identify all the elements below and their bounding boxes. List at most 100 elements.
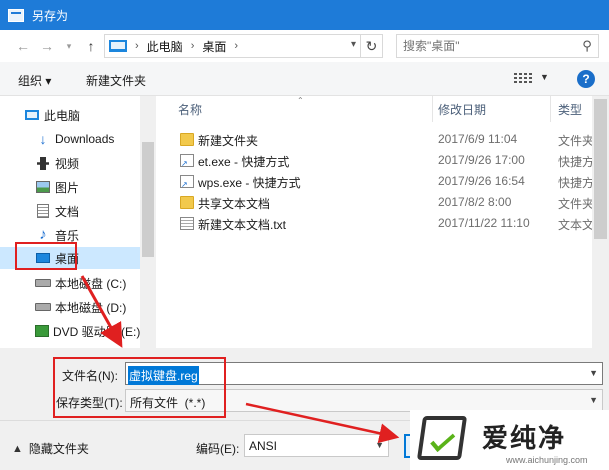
- file-date: 2017/6/9 11:04: [438, 132, 518, 146]
- sidebar-item-downloads[interactable]: ↓ Downloads: [0, 128, 140, 150]
- breadcrumb-separator-icon[interactable]: ›: [234, 40, 238, 52]
- filename-label: 文件名(N):: [62, 369, 118, 383]
- sidebar-item-desktop[interactable]: 桌面: [0, 247, 140, 269]
- sidebar-item-label: 视频: [55, 156, 80, 171]
- folder-icon: [180, 133, 194, 146]
- breadcrumb-separator-icon[interactable]: ›: [135, 40, 139, 52]
- filetype-value: 所有文件 (*.*): [130, 396, 206, 410]
- file-type: 文件夹: [558, 197, 595, 211]
- sidebar-item-label: 此电脑: [44, 108, 81, 123]
- sidebar-item-this-pc[interactable]: 此电脑: [0, 104, 140, 126]
- new-folder-button[interactable]: 新建文件夹: [86, 72, 146, 89]
- video-icon: [35, 156, 51, 170]
- hide-folders-toggle[interactable]: ▲ 隐藏文件夹: [12, 440, 89, 457]
- sidebar-item-music[interactable]: ♪ 音乐: [0, 224, 140, 246]
- filename-field[interactable]: 虚拟键盘.reg ▼: [125, 362, 603, 385]
- file-row[interactable]: 新建文件夹 2017/6/9 11:04 文件夹: [160, 129, 609, 150]
- file-list-scrollbar[interactable]: [592, 96, 609, 348]
- file-date: 2017/9/26 17:00: [438, 153, 525, 167]
- navigation-pane: 此电脑 ↓ Downloads 视频 图片 文档 ♪ 音乐 桌面 本地磁盘 (C…: [0, 96, 156, 348]
- refresh-icon[interactable]: ↻: [360, 35, 382, 57]
- title-bar: 另存为: [0, 0, 609, 30]
- sidebar-item-label: 本地磁盘 (D:): [55, 300, 127, 315]
- up-arrow-icon[interactable]: ↑: [80, 35, 102, 57]
- sidebar-item-dvd-drive[interactable]: DVD 驱动器 (E:): [0, 320, 140, 342]
- navigation-scrollbar-thumb[interactable]: [142, 142, 154, 257]
- recent-locations-chevron-icon[interactable]: ▾: [58, 35, 80, 57]
- organize-button[interactable]: 组织 ▾: [18, 72, 51, 89]
- search-input[interactable]: [403, 36, 576, 56]
- command-toolbar: 组织 ▾ 新建文件夹 ▼ ?: [0, 62, 609, 96]
- watermark-brand: 爱纯净: [482, 424, 567, 454]
- collapse-chevron-icon: ▲: [12, 442, 23, 455]
- sidebar-item-documents[interactable]: 文档: [0, 200, 140, 222]
- filetype-chevron-icon[interactable]: ▼: [589, 395, 598, 405]
- encoding-label: 编码(E):: [196, 442, 240, 456]
- file-list: 名称 ⌃ 修改日期 类型 新建文件夹 2017/6/9 11:04 文件夹 et…: [160, 96, 609, 348]
- file-row[interactable]: et.exe - 快捷方式 2017/9/26 17:00 快捷方式: [160, 150, 609, 171]
- sidebar-item-label: DVD 驱动器 (E:): [53, 324, 141, 339]
- filetype-label: 保存类型(T):: [56, 396, 123, 410]
- file-row[interactable]: 共享文本文档 2017/8/2 8:00 文件夹: [160, 192, 609, 213]
- filename-value[interactable]: 虚拟键盘.reg: [128, 366, 199, 385]
- sidebar-item-pictures[interactable]: 图片: [0, 176, 140, 198]
- address-row: ← → ▾ ↑ › 此电脑 › 桌面 › ▾ ↻ ⚲: [0, 30, 609, 62]
- filetype-select[interactable]: 所有文件 (*.*) ▼: [125, 389, 603, 412]
- watermark: 爱纯净 www.aichunjing.com: [410, 410, 609, 470]
- file-name: et.exe - 快捷方式: [198, 155, 290, 169]
- search-icon[interactable]: ⚲: [576, 38, 598, 54]
- sidebar-item-label: 图片: [55, 180, 80, 195]
- sidebar-item-drive-d[interactable]: 本地磁盘 (D:): [0, 296, 140, 318]
- file-name: 新建文件夹: [198, 134, 259, 148]
- file-name: wps.exe - 快捷方式: [198, 176, 301, 190]
- file-date: 2017/9/26 16:54: [438, 174, 525, 188]
- column-divider[interactable]: [432, 96, 433, 122]
- dvd-icon: [35, 324, 49, 338]
- sidebar-item-drive-c[interactable]: 本地磁盘 (C:): [0, 272, 140, 294]
- drive-icon: [35, 276, 51, 290]
- sidebar-item-videos[interactable]: 视频: [0, 152, 140, 174]
- encoding-value: ANSI: [249, 439, 278, 453]
- window-title: 另存为: [32, 8, 69, 23]
- computer-icon: [24, 108, 40, 122]
- folder-icon: [180, 196, 194, 209]
- computer-icon: [109, 40, 127, 52]
- save-dialog-icon: [8, 8, 24, 22]
- sidebar-item-label: 音乐: [55, 228, 80, 243]
- view-options-icon[interactable]: [514, 73, 532, 85]
- sidebar-item-label: 本地磁盘 (C:): [55, 276, 127, 291]
- navigation-scrollbar[interactable]: [140, 96, 156, 348]
- back-arrow-icon[interactable]: ←: [12, 35, 34, 57]
- hide-folders-label: 隐藏文件夹: [28, 442, 89, 456]
- encoding-chevron-icon[interactable]: ▼: [375, 440, 384, 450]
- text-file-icon: [180, 217, 194, 230]
- music-note-icon: ♪: [39, 226, 47, 243]
- file-name: 共享文本文档: [198, 197, 271, 211]
- sort-ascending-icon: ⌃: [297, 96, 304, 105]
- download-arrow-icon: ↓: [39, 131, 47, 147]
- help-icon[interactable]: ?: [577, 70, 595, 88]
- forward-arrow-icon[interactable]: →: [36, 35, 58, 57]
- column-header-name[interactable]: 名称: [178, 96, 202, 122]
- address-history-chevron-icon[interactable]: ▾: [351, 39, 356, 50]
- search-box[interactable]: ⚲: [396, 34, 599, 58]
- filename-history-chevron-icon[interactable]: ▼: [589, 368, 598, 378]
- column-divider[interactable]: [550, 96, 551, 122]
- file-row[interactable]: 新建文本文档.txt 2017/11/22 11:10 文本文档: [160, 213, 609, 234]
- file-list-scrollbar-thumb[interactable]: [594, 99, 607, 239]
- breadcrumb-desktop[interactable]: 桌面: [202, 38, 226, 55]
- desktop-icon: [35, 251, 51, 265]
- column-header-date[interactable]: 修改日期: [438, 96, 486, 122]
- watermark-url: www.aichunjing.com: [506, 455, 588, 465]
- watermark-logo-icon: [416, 416, 468, 460]
- column-header-type[interactable]: 类型: [558, 96, 582, 122]
- file-row[interactable]: wps.exe - 快捷方式 2017/9/26 16:54 快捷方式: [160, 171, 609, 192]
- file-type: 文件夹: [558, 134, 595, 148]
- drive-icon: [35, 300, 51, 314]
- view-options-chevron-icon[interactable]: ▼: [540, 72, 549, 82]
- address-bar[interactable]: › 此电脑 › 桌面 › ▾ ↻: [104, 34, 383, 58]
- encoding-select[interactable]: ANSI ▼: [244, 434, 389, 457]
- breadcrumb-separator-icon[interactable]: ›: [191, 40, 195, 52]
- picture-icon: [35, 180, 51, 194]
- breadcrumb-this-pc[interactable]: 此电脑: [147, 38, 183, 55]
